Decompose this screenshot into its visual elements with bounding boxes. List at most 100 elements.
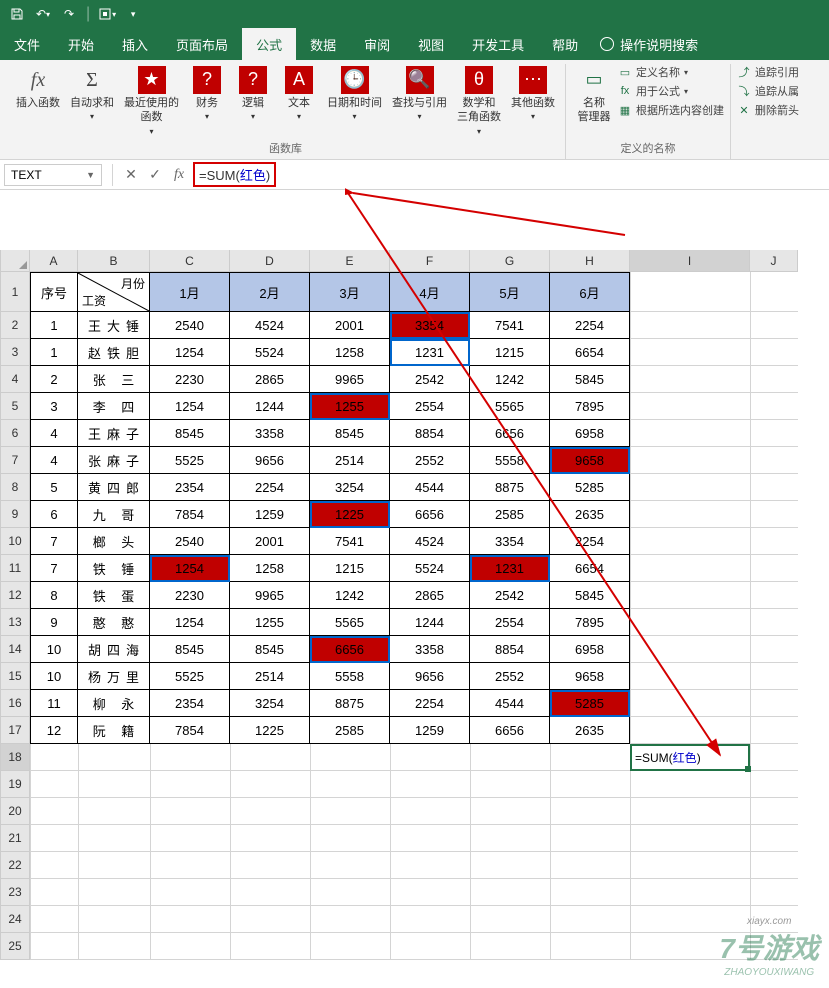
- cell-A21[interactable]: [30, 825, 78, 852]
- financial-button[interactable]: ?财务▾: [185, 64, 229, 125]
- row-header-16[interactable]: 16: [0, 690, 30, 717]
- cell-C13[interactable]: 1254: [150, 609, 230, 636]
- cell-B20[interactable]: [78, 798, 150, 825]
- cell-F23[interactable]: [390, 879, 470, 906]
- cell-C12[interactable]: 2230: [150, 582, 230, 609]
- cell-A10[interactable]: 7: [30, 528, 78, 555]
- cell-J5[interactable]: [750, 393, 798, 420]
- cell-A25[interactable]: [30, 933, 78, 960]
- cell-C8[interactable]: 2354: [150, 474, 230, 501]
- row-header-19[interactable]: 19: [0, 771, 30, 798]
- recent-functions-button[interactable]: ★最近使用的 函数▾: [120, 64, 183, 139]
- cell-D24[interactable]: [230, 906, 310, 933]
- cell-B19[interactable]: [78, 771, 150, 798]
- cell-A13[interactable]: 9: [30, 609, 78, 636]
- cell-J10[interactable]: [750, 528, 798, 555]
- cell-C23[interactable]: [150, 879, 230, 906]
- autosum-button[interactable]: Σ自动求和▾: [66, 64, 118, 125]
- cell-C5[interactable]: 1254: [150, 393, 230, 420]
- cell-B2[interactable]: 王大锤: [78, 312, 150, 339]
- cell-B18[interactable]: [78, 744, 150, 771]
- tab-data[interactable]: 数据: [296, 28, 350, 60]
- row-header-13[interactable]: 13: [0, 609, 30, 636]
- cell-D13[interactable]: 1255: [230, 609, 310, 636]
- cell-B21[interactable]: [78, 825, 150, 852]
- cell-D15[interactable]: 2514: [230, 663, 310, 690]
- cell-A3[interactable]: 1: [30, 339, 78, 366]
- trace-precedents-button[interactable]: ⤴追踪引用: [737, 64, 799, 80]
- cell-A14[interactable]: 10: [30, 636, 78, 663]
- cell-G21[interactable]: [470, 825, 550, 852]
- cell-C10[interactable]: 2540: [150, 528, 230, 555]
- row-header-9[interactable]: 9: [0, 501, 30, 528]
- col-header-J[interactable]: J: [750, 250, 798, 272]
- row-header-11[interactable]: 11: [0, 555, 30, 582]
- cell-J13[interactable]: [750, 609, 798, 636]
- cell-D8[interactable]: 2254: [230, 474, 310, 501]
- cell-E21[interactable]: [310, 825, 390, 852]
- cell-B15[interactable]: 杨万里: [78, 663, 150, 690]
- cell-J18[interactable]: [750, 744, 798, 771]
- cell-G22[interactable]: [470, 852, 550, 879]
- cell-B6[interactable]: 王麻子: [78, 420, 150, 447]
- logical-button[interactable]: ?逻辑▾: [231, 64, 275, 125]
- cell-D18[interactable]: [230, 744, 310, 771]
- cell-G23[interactable]: [470, 879, 550, 906]
- row-header-1[interactable]: 1: [0, 272, 30, 312]
- row-header-15[interactable]: 15: [0, 663, 30, 690]
- name-manager-button[interactable]: ▭名称 管理器: [572, 64, 616, 127]
- row-header-18[interactable]: 18: [0, 744, 30, 771]
- cell-F24[interactable]: [390, 906, 470, 933]
- cell-I22[interactable]: [630, 852, 750, 879]
- tab-insert[interactable]: 插入: [108, 28, 162, 60]
- cell-D11[interactable]: 1258: [230, 555, 310, 582]
- cell-B10[interactable]: 榔 头: [78, 528, 150, 555]
- row-header-3[interactable]: 3: [0, 339, 30, 366]
- cell-A17[interactable]: 12: [30, 717, 78, 744]
- col-header-C[interactable]: C: [150, 250, 230, 272]
- tab-view[interactable]: 视图: [404, 28, 458, 60]
- confirm-formula-button[interactable]: ✓: [143, 163, 167, 187]
- cell-A23[interactable]: [30, 879, 78, 906]
- cell-D12[interactable]: 9965: [230, 582, 310, 609]
- cell-H20[interactable]: [550, 798, 630, 825]
- cell-B7[interactable]: 张麻子: [78, 447, 150, 474]
- cell-B3[interactable]: 赵铁胆: [78, 339, 150, 366]
- cell-B9[interactable]: 九 哥: [78, 501, 150, 528]
- math-button[interactable]: θ数学和 三角函数▾: [453, 64, 505, 139]
- cell-J9[interactable]: [750, 501, 798, 528]
- cell-I20[interactable]: [630, 798, 750, 825]
- cell-J1[interactable]: [750, 272, 798, 312]
- cell-C21[interactable]: [150, 825, 230, 852]
- cell-J17[interactable]: [750, 717, 798, 744]
- cell-D25[interactable]: [230, 933, 310, 960]
- cell-B23[interactable]: [78, 879, 150, 906]
- cell-C22[interactable]: [150, 852, 230, 879]
- cell-A1[interactable]: 序号: [30, 272, 78, 312]
- tab-review[interactable]: 审阅: [350, 28, 404, 60]
- cell-J15[interactable]: [750, 663, 798, 690]
- cell-C4[interactable]: 2230: [150, 366, 230, 393]
- trace-dependents-button[interactable]: ⤵追踪从属: [737, 83, 799, 99]
- row-header-14[interactable]: 14: [0, 636, 30, 663]
- name-box[interactable]: TEXT ▼: [4, 164, 102, 186]
- cell-J3[interactable]: [750, 339, 798, 366]
- cell-J16[interactable]: [750, 690, 798, 717]
- cell-A9[interactable]: 6: [30, 501, 78, 528]
- row-header-12[interactable]: 12: [0, 582, 30, 609]
- cell-B4[interactable]: 张 三: [78, 366, 150, 393]
- row-header-5[interactable]: 5: [0, 393, 30, 420]
- use-in-formula-button[interactable]: fx用于公式 ▾: [618, 83, 724, 99]
- cell-D14[interactable]: 8545: [230, 636, 310, 663]
- tab-layout[interactable]: 页面布局: [162, 28, 242, 60]
- row-header-10[interactable]: 10: [0, 528, 30, 555]
- cell-C14[interactable]: 8545: [150, 636, 230, 663]
- create-from-selection-button[interactable]: ▦根据所选内容创建: [618, 102, 724, 118]
- row-header-22[interactable]: 22: [0, 852, 30, 879]
- cell-D21[interactable]: [230, 825, 310, 852]
- cell-J23[interactable]: [750, 879, 798, 906]
- cell-J7[interactable]: [750, 447, 798, 474]
- cell-B22[interactable]: [78, 852, 150, 879]
- cell-J21[interactable]: [750, 825, 798, 852]
- cell-D16[interactable]: 3254: [230, 690, 310, 717]
